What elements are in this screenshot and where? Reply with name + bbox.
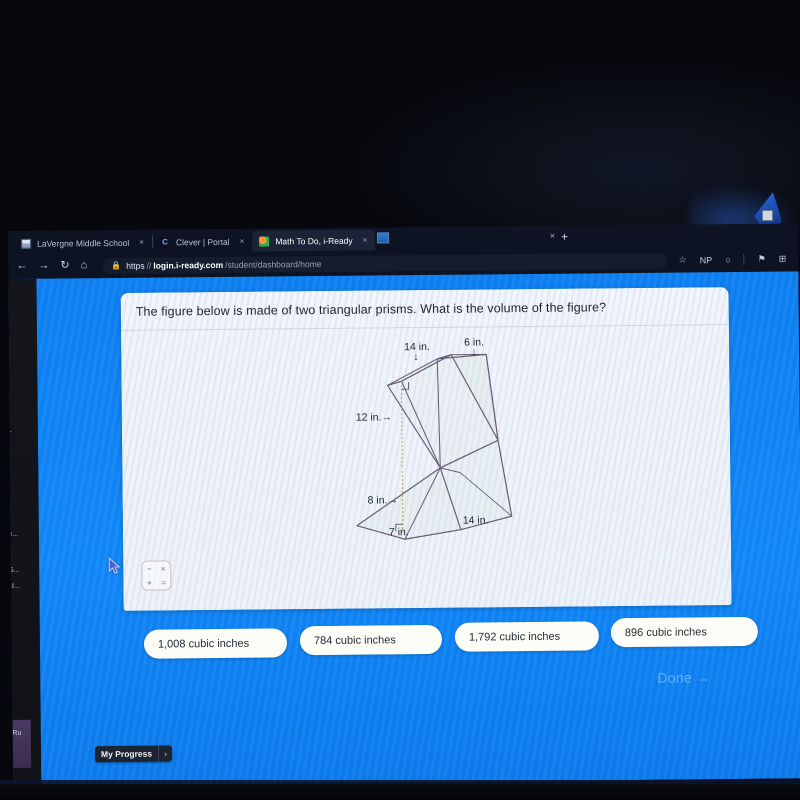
url-scheme: https [126,260,145,271]
favorites-star-icon[interactable]: ☆ [679,254,687,265]
url-path: /student/dashboard/home [225,258,322,270]
browser-tab-clever[interactable]: C Clever | Portal × [153,231,253,253]
clever-icon: C [159,236,170,248]
tab-title: LaVergne Middle School [37,237,130,249]
forward-icon[interactable]: → [38,260,49,272]
monitor-screen: LaVergne Middle School × C Clever | Port… [8,223,800,786]
lock-icon: 🔒 [111,260,122,271]
address-bar[interactable]: 🔒 https // login.i-ready.com /student/da… [102,252,668,274]
arrow-right-icon: → [696,669,711,686]
figure-label-left-upper: 12 in.→ [355,411,393,424]
screen-photo: LaVergne Middle School × C Clever | Port… [0,0,800,800]
question-card: The figure below is made of two triangul… [120,287,732,611]
close-icon[interactable]: × [550,231,555,241]
answer-option-1[interactable]: 1,008 cubic inches [143,628,288,659]
fin-badge-icon [762,210,773,221]
multiply-icon: × [160,564,166,574]
toolbar-divider [743,253,745,265]
answer-option-3[interactable]: 1,792 cubic inches [454,621,600,652]
browser-tab-lavergne[interactable]: LaVergne Middle School × [14,232,152,254]
equals-icon: = [160,578,166,588]
iready-icon [259,235,270,247]
figure-arrow-top-right: ↓ [471,346,477,359]
question-header: The figure below is made of two triangul… [120,287,729,331]
calculator-button[interactable]: − × + = [141,560,172,591]
done-button[interactable]: Done → [657,669,710,686]
close-icon[interactable]: × [240,237,245,246]
answer-option-4[interactable]: 896 cubic inches [610,616,759,648]
back-icon[interactable]: ← [16,260,27,272]
my-progress-label: My Progress [100,748,153,760]
question-body: 14 in. ↓ 6 in. ↓ 12 in.→ 8 in.→ 7 in. 14… [121,326,732,611]
answer-option-2[interactable]: 784 cubic inches [299,624,443,656]
my-progress-button[interactable]: My Progress › [94,745,173,763]
pinned-tab-icon[interactable] [377,232,390,244]
figure-label-bottom-right: 14 in. [462,514,489,527]
done-label: Done [657,669,693,686]
background-window-rail: 0) L... ple... NG... ELI... ♡ ♥ edd, Ru [8,278,42,786]
profile-icon[interactable]: NP [700,255,713,265]
browser-tab-math-to-do[interactable]: Math To Do, i-Ready × [252,229,376,252]
url-host: login.i-ready.com [153,259,224,271]
chevron-right-icon: › [157,745,173,762]
minus-icon: − [146,564,152,574]
copilot-icon[interactable]: ○ [725,255,731,265]
monitor-bezel-bottom [0,784,800,800]
home-icon[interactable]: ⌂ [80,259,87,271]
collections-icon[interactable]: ⚑ [758,254,766,265]
tab-title: Clever | Portal [175,236,230,247]
geometry-figure [341,332,533,549]
browser-essentials-icon[interactable]: ⊞ [779,254,787,265]
url-separator: // [146,260,152,271]
reload-icon[interactable]: ↻ [60,259,69,271]
figure-label-left-lower: 8 in.→ [367,494,399,507]
tab-title: Math To Do, i-Ready [275,235,353,246]
school-icon [21,238,32,249]
browser-toolbar-icons: ☆ NP ○ ⚑ ⊞ [679,253,791,265]
browser-chrome: LaVergne Middle School × C Clever | Port… [8,223,799,279]
figure-arrow-top-left: ↓ [413,351,419,364]
plus-icon: + [146,578,152,588]
new-tab-button[interactable]: + [561,229,568,243]
figure-label-bottom: 7 in. [388,526,409,539]
close-icon[interactable]: × [363,236,368,245]
question-text: The figure below is made of two triangul… [135,299,607,319]
close-icon[interactable]: × [139,238,144,247]
